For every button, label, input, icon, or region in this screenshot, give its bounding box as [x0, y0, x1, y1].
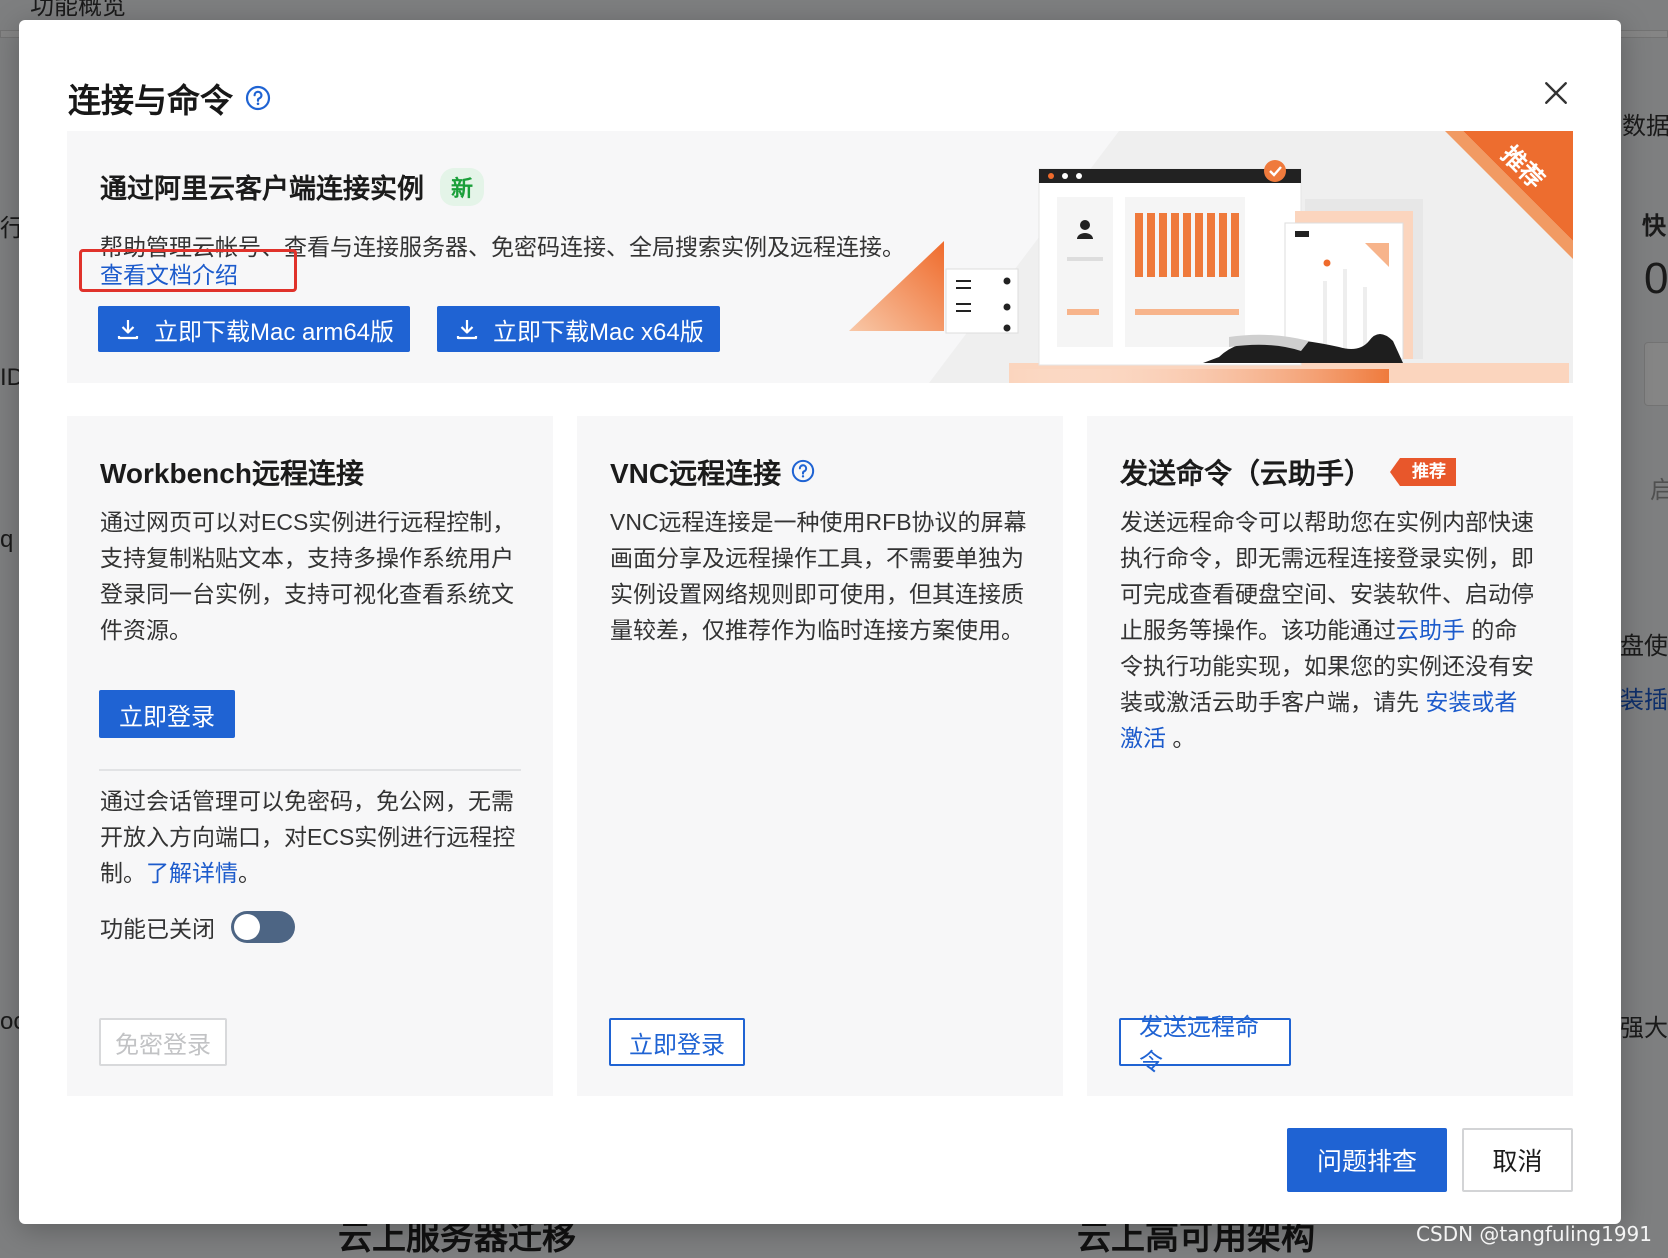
cancel-button[interactable]: 取消: [1462, 1128, 1573, 1192]
dialog-title-text: 连接与命令: [68, 82, 233, 119]
banner-title: 通过阿里云客户端连接实例 新: [100, 167, 485, 206]
learn-more-link[interactable]: 了解详情: [146, 860, 238, 886]
toggle-label: 功能已关闭: [100, 916, 215, 942]
recommend-tag: 推荐: [1390, 458, 1457, 486]
session-suffix: 。: [238, 860, 261, 886]
workbench-card: Workbench远程连接 通过网页可以对ECS实例进行远程控制，支持复制粘贴文…: [67, 416, 553, 1096]
session-manager-toggle[interactable]: [231, 911, 295, 943]
banner-illustration: 推荐: [849, 131, 1573, 383]
close-icon: [1545, 82, 1567, 104]
send-command-card: 发送命令（云助手） 推荐 发送远程命令可以帮助您在实例内部快速执行命令，即无需远…: [1087, 416, 1573, 1096]
download-icon: [456, 320, 478, 340]
csdn-watermark: CSDN @tangfuling1991: [1416, 1222, 1652, 1246]
command-title: 发送命令（云助手） 推荐: [1120, 452, 1457, 492]
toggle-knob: [234, 914, 260, 940]
download-mac-x64-button[interactable]: 立即下载Mac x64版: [437, 306, 720, 352]
cloud-assistant-link[interactable]: 云助手: [1396, 617, 1465, 643]
vnc-login-button[interactable]: 立即登录: [609, 1018, 745, 1066]
send-remote-command-button[interactable]: 发送远程命令: [1119, 1014, 1291, 1076]
download-x64-label: 立即下载Mac x64版: [493, 318, 704, 346]
passwordless-login-button: 免密登录: [99, 1018, 227, 1066]
connect-command-dialog: 连接与命令 通过阿里云客户端连接实例 新 帮助管理云帐号、查看与连接服务器、免密…: [19, 20, 1621, 1224]
dialog-title: 连接与命令: [68, 74, 271, 122]
command-description: 发送远程命令可以帮助您在实例内部快速执行命令，即无需远程连接登录实例，即可完成查…: [1120, 504, 1540, 756]
question-circle-icon[interactable]: [791, 459, 817, 485]
vnc-description: VNC远程连接是一种使用RFB协议的屏幕画面分享及远程操作工具，不需要单独为实例…: [610, 509, 1027, 643]
vnc-title-text: VNC远程连接: [610, 458, 782, 489]
download-icon: [117, 320, 139, 340]
workbench-description: 通过网页可以对ECS实例进行远程控制，支持复制粘贴文本，支持多操作系统用户登录同…: [100, 509, 516, 643]
workbench-title: Workbench远程连接: [100, 458, 364, 489]
command-desc-text-3: 。: [1166, 725, 1196, 751]
close-button[interactable]: [1539, 76, 1573, 110]
command-title-text: 发送命令（云助手）: [1120, 458, 1373, 489]
troubleshoot-button[interactable]: 问题排查: [1287, 1128, 1447, 1192]
session-toggle-row: 功能已关闭: [100, 910, 295, 944]
doc-link-highlight: 查看文档介绍: [79, 249, 297, 292]
download-arm64-label: 立即下载Mac arm64版: [154, 318, 395, 346]
workbench-divider: [99, 769, 521, 771]
download-mac-arm64-button[interactable]: 立即下载Mac arm64版: [98, 306, 411, 352]
banner-title-text: 通过阿里云客户端连接实例: [100, 174, 424, 204]
vnc-card: VNC远程连接 VNC远程连接是一种使用RFB协议的屏幕画面分享及远程操作工具，…: [577, 416, 1063, 1096]
workbench-login-button[interactable]: 立即登录: [99, 690, 235, 738]
new-badge: 新: [440, 167, 485, 206]
question-circle-icon[interactable]: [245, 85, 271, 111]
session-description: 通过会话管理可以免密码，免公网，无需开放入方向端口，对ECS实例进行远程控制。了…: [100, 783, 520, 891]
vnc-title: VNC远程连接: [610, 452, 817, 492]
doc-link[interactable]: 查看文档介绍: [100, 256, 238, 290]
client-banner: 通过阿里云客户端连接实例 新 帮助管理云帐号、查看与连接服务器、免密码连接、全局…: [67, 131, 1573, 383]
